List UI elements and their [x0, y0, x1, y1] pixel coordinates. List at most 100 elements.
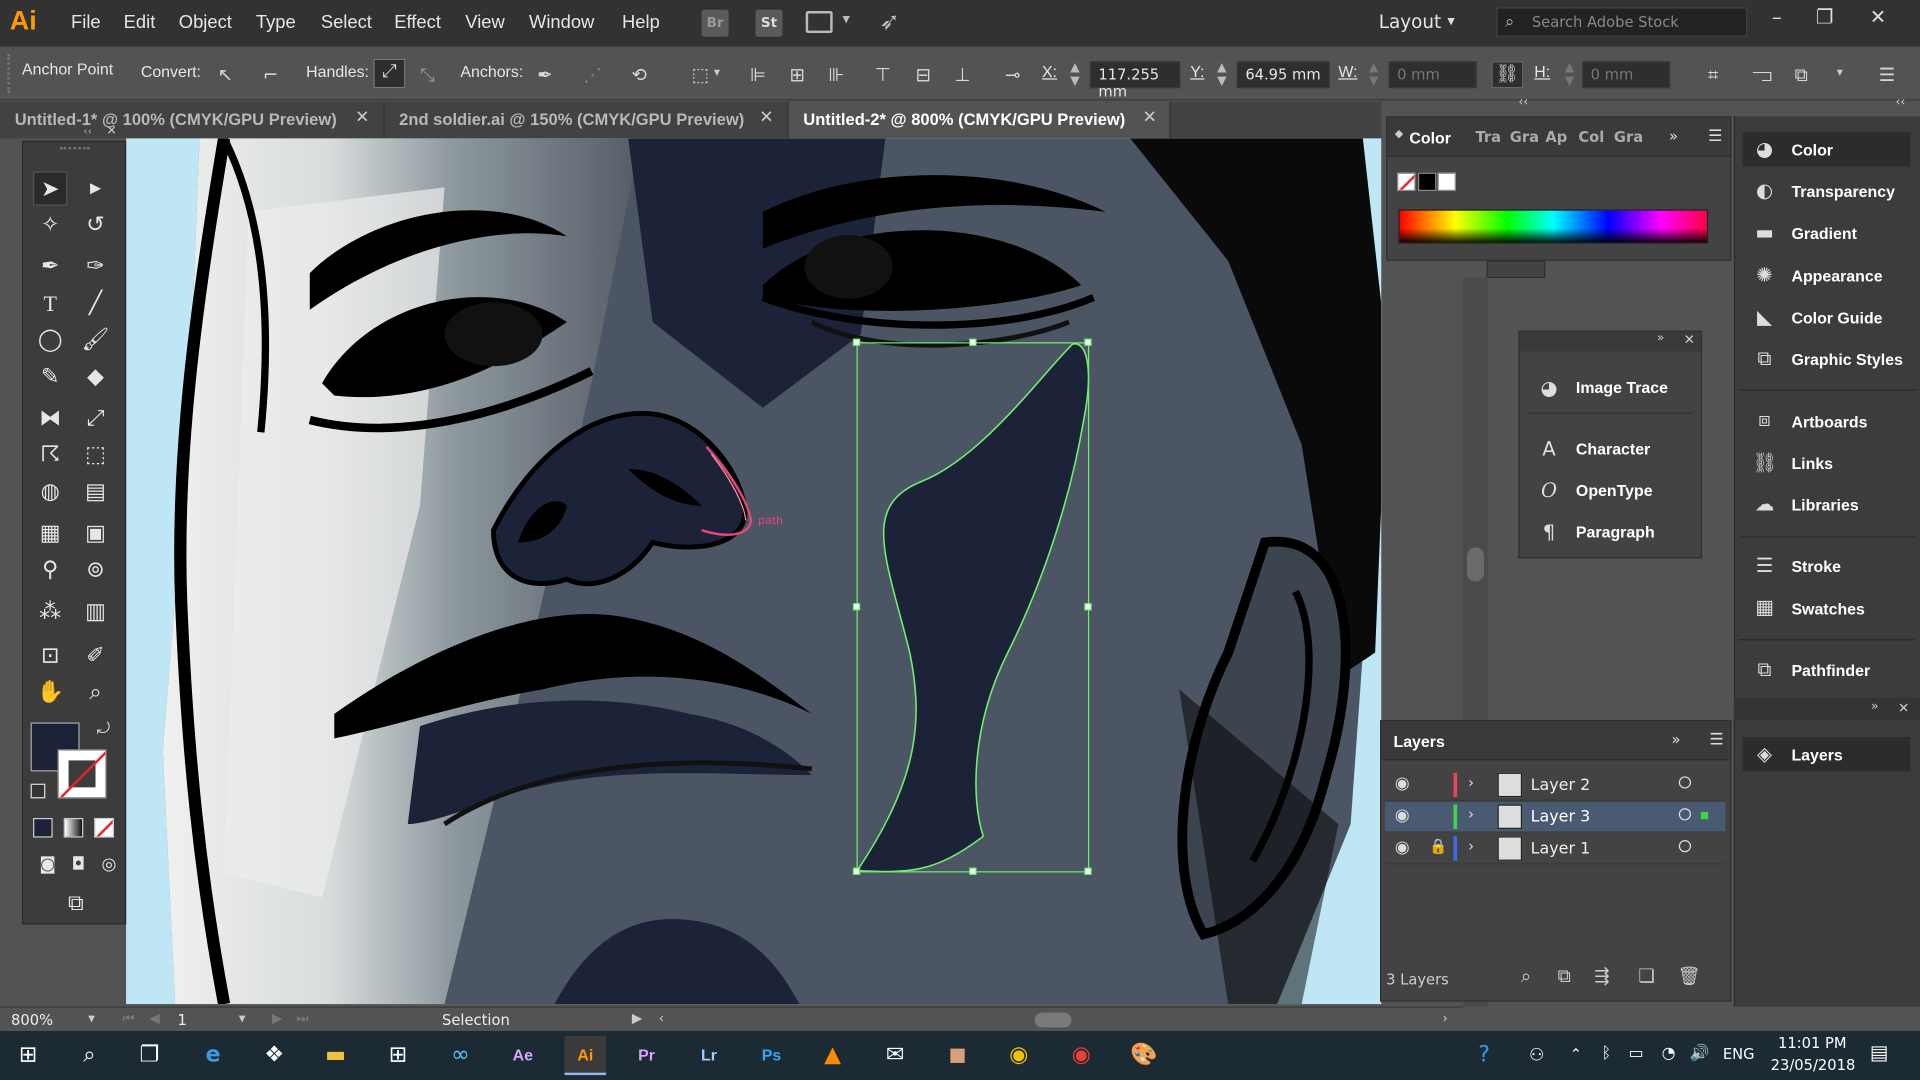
- mail-icon[interactable]: ✉: [874, 1036, 916, 1075]
- draw-normal-icon[interactable]: ◙: [31, 847, 65, 881]
- transform-icon[interactable]: ⌗: [1702, 64, 1724, 86]
- panel-options-icon[interactable]: ◆: [1395, 129, 1403, 141]
- tab-appearance[interactable]: Ap: [1545, 129, 1567, 146]
- panel-opentype[interactable]: OpenType: [1576, 481, 1653, 499]
- align-left-icon[interactable]: ⊫: [747, 64, 769, 86]
- dropbox-icon[interactable]: ❖: [253, 1036, 295, 1075]
- taskbar-premiere[interactable]: Pr: [626, 1036, 668, 1075]
- menu-type[interactable]: Type: [256, 12, 296, 33]
- store-icon[interactable]: ⊞: [377, 1036, 419, 1075]
- align-center-icon[interactable]: ⊞: [786, 64, 808, 86]
- paintbrush-tool-icon[interactable]: 🖌: [78, 323, 112, 357]
- convert-corner-icon[interactable]: ↖: [214, 64, 236, 86]
- free-transform-tool-icon[interactable]: ⬚: [78, 438, 112, 472]
- pen-tool-icon[interactable]: ✒: [33, 250, 67, 284]
- color-mode-icon[interactable]: [33, 817, 53, 838]
- zoom-tool-icon[interactable]: ⌕: [78, 676, 112, 710]
- clock-date[interactable]: 23/05/2018: [1771, 1057, 1856, 1074]
- line-tool-icon[interactable]: ╱: [78, 287, 112, 321]
- perspective-grid-tool-icon[interactable]: ▤: [78, 475, 112, 509]
- taskbar-after-effects[interactable]: Ae: [502, 1036, 544, 1075]
- mesh-tool-icon[interactable]: ▦: [33, 517, 67, 551]
- collapse-icon[interactable]: ‹‹: [1518, 96, 1528, 109]
- layer-row-layer-2[interactable]: ◉ › Layer 2: [1384, 770, 1726, 801]
- lock-icon[interactable]: 🔒: [1429, 838, 1447, 855]
- tab-color-guide[interactable]: Col: [1578, 129, 1604, 146]
- task-view-icon[interactable]: ❐: [129, 1036, 171, 1075]
- tab-transparency[interactable]: Tra: [1476, 129, 1502, 146]
- collapse-icon[interactable]: ‹‹: [83, 126, 92, 138]
- isolate-icon[interactable]: ⬚: [689, 64, 711, 86]
- notifications-icon[interactable]: ▤: [1870, 1041, 1889, 1064]
- stock-button[interactable]: St: [755, 9, 783, 37]
- tab-2nd-soldier[interactable]: 2nd soldier.ai @ 150% (CMYK/GPU Preview): [384, 101, 789, 139]
- dock-pathfinder[interactable]: Pathfinder: [1791, 661, 1870, 679]
- chevron-down-icon[interactable]: ▾: [842, 10, 849, 27]
- h-stepper-icon[interactable]: ▲ ▼: [1565, 61, 1574, 88]
- align-middle-icon[interactable]: ⊟: [912, 64, 934, 86]
- chevron-down-icon[interactable]: ▾: [714, 66, 720, 79]
- convert-smooth-icon[interactable]: ⌐: [260, 64, 282, 86]
- draw-behind-icon[interactable]: ◘: [61, 847, 95, 881]
- search-stock-input[interactable]: ⌕ Search Adobe Stock: [1496, 7, 1748, 37]
- none-mode-icon[interactable]: [94, 817, 114, 838]
- close-icon[interactable]: ✕: [355, 108, 369, 128]
- menu-edit[interactable]: Edit: [124, 12, 156, 33]
- default-colors-icon[interactable]: [30, 783, 46, 799]
- artboard-tool-icon[interactable]: ⊡: [33, 639, 67, 673]
- lasso-tool-icon[interactable]: ↺: [78, 208, 112, 242]
- target-circle-icon[interactable]: [1678, 840, 1692, 853]
- clock-time[interactable]: 11:01 PM: [1778, 1035, 1847, 1052]
- next-artboard-icon[interactable]: ▶: [272, 1010, 282, 1026]
- expand-icon[interactable]: »: [1669, 127, 1678, 144]
- prev-artboard-icon[interactable]: ◀: [149, 1010, 159, 1026]
- w-field[interactable]: 0 mm: [1388, 61, 1477, 89]
- layer-name[interactable]: Layer 1: [1531, 840, 1591, 858]
- photo-app-icon[interactable]: ◼: [937, 1036, 979, 1075]
- panel-paragraph[interactable]: Paragraph: [1576, 523, 1655, 541]
- collapse-icon[interactable]: ‹‹: [1896, 96, 1906, 109]
- horizontal-scroll-thumb[interactable]: [1034, 1012, 1072, 1028]
- edge-icon[interactable]: e: [192, 1036, 234, 1075]
- panel-menu-icon[interactable]: ☰: [1708, 127, 1722, 145]
- graph-tool-icon[interactable]: ▥: [78, 595, 112, 629]
- eyedropper-tool-icon[interactable]: ⚲: [33, 553, 67, 587]
- align-right-icon[interactable]: ⊪: [825, 64, 847, 86]
- tray-up-icon[interactable]: ⌃: [1570, 1046, 1582, 1063]
- warp-tool-icon[interactable]: ☈: [33, 438, 67, 472]
- symbol-sprayer-tool-icon[interactable]: ⁂: [33, 595, 67, 629]
- eraser-tool-icon[interactable]: ◆: [78, 360, 112, 394]
- menu-lines-icon[interactable]: ☰: [1876, 64, 1898, 86]
- locate-object-icon[interactable]: ⌕: [1521, 965, 1531, 987]
- status-menu-icon[interactable]: ▶: [632, 1010, 642, 1026]
- expand-arrow-icon[interactable]: ›: [1468, 774, 1474, 791]
- white-swatch[interactable]: [1437, 172, 1456, 192]
- visibility-eye-icon[interactable]: ◉: [1395, 806, 1410, 826]
- scroll-thumb[interactable]: [1466, 547, 1485, 582]
- expand-icon[interactable]: »: [1671, 731, 1680, 748]
- first-artboard-icon[interactable]: ⏮: [122, 1010, 134, 1027]
- cut-path-icon[interactable]: ⟲: [628, 64, 650, 86]
- artboard-canvas[interactable]: path: [126, 138, 1382, 1005]
- dock-stroke[interactable]: Stroke: [1791, 557, 1841, 575]
- scale-tool-icon[interactable]: ⤢: [78, 402, 112, 436]
- layer-row-layer-1[interactable]: ◉ 🔒 › Layer 1: [1384, 834, 1726, 865]
- isolate-object-icon[interactable]: ⫎: [1751, 64, 1773, 86]
- zoom-level[interactable]: 800%: [11, 1011, 53, 1028]
- target-circle-icon[interactable]: [1678, 808, 1692, 821]
- new-layer-icon[interactable]: ❏: [1638, 965, 1654, 987]
- screen-mode-icon[interactable]: ⧉: [55, 887, 97, 921]
- magic-wand-tool-icon[interactable]: ✧: [33, 208, 67, 242]
- chrome-icon[interactable]: ◉: [1060, 1036, 1102, 1075]
- dock-color[interactable]: Color: [1791, 141, 1833, 159]
- show-handles-icon[interactable]: ⤢: [373, 58, 406, 89]
- visibility-eye-icon[interactable]: ◉: [1395, 838, 1410, 858]
- bridge-button[interactable]: Br: [701, 9, 729, 37]
- x-stepper-icon[interactable]: ▲ ▼: [1070, 61, 1079, 88]
- chrome-icon[interactable]: ◉: [998, 1036, 1040, 1075]
- clipping-mask-icon[interactable]: ⧉: [1558, 965, 1571, 987]
- people-icon[interactable]: ⚇: [1516, 1036, 1558, 1075]
- close-icon[interactable]: ✕: [107, 125, 117, 138]
- dock-appearance[interactable]: Appearance: [1791, 267, 1882, 285]
- hand-tool-icon[interactable]: ✋: [33, 676, 67, 710]
